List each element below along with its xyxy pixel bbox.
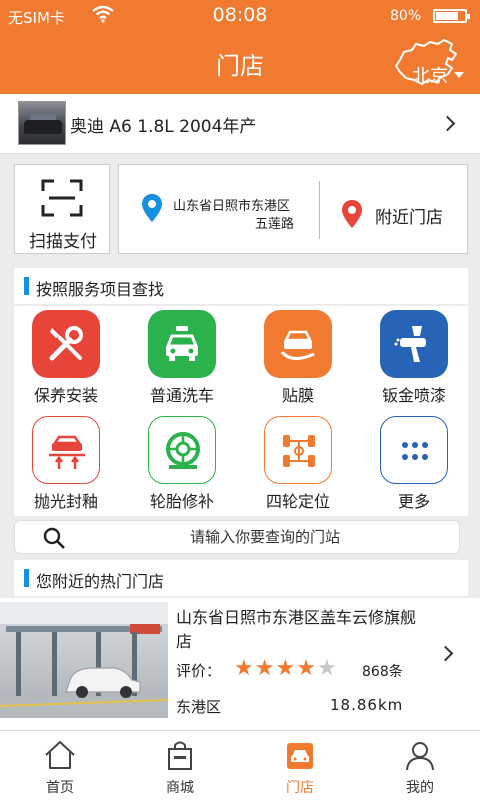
store-card[interactable]: 山东省日照市东港区盖车云修旗舰店 评价： ★★★★★ 868条 东港区 18.8… — [0, 598, 480, 730]
section-accent-bar — [24, 277, 29, 295]
tab-mall[interactable]: 商城 — [120, 731, 240, 800]
review-count: 868条 — [362, 664, 403, 680]
tab-label: 商城 — [166, 780, 194, 796]
service-label: 钣金喷漆 — [381, 386, 446, 405]
service-label: 四轮定位 — [265, 492, 330, 511]
wheel-alignment-icon — [283, 435, 315, 467]
car-film-icon — [280, 330, 315, 360]
tab-store[interactable]: 门店 — [240, 731, 360, 800]
service-tire[interactable]: 轮胎修补 — [130, 412, 240, 516]
star-filled-icon: ★ — [275, 656, 297, 681]
tab-label: 门店 — [286, 780, 314, 796]
car-thumbnail — [18, 101, 66, 145]
store-district: 东港区 — [176, 698, 222, 716]
nearby-stores-label: 附近门店 — [375, 208, 443, 228]
scan-pay-label: 扫描支付 — [29, 232, 97, 252]
scan-icon — [41, 179, 83, 217]
search-icon — [43, 527, 65, 549]
rating-stars: ★★★★★ — [234, 656, 338, 681]
user-icon — [406, 742, 434, 771]
service-film[interactable]: 贴膜 — [246, 306, 356, 410]
section-title: 按照服务项目查找 — [36, 280, 165, 299]
service-label: 普通洗车 — [149, 386, 214, 405]
store-distance: 18.86km — [330, 696, 404, 714]
caret-down-icon[interactable] — [454, 72, 464, 78]
nav-bar: 门店 北京 — [0, 32, 480, 94]
car-lift-icon — [49, 435, 85, 469]
services-grid: 保养安装 普通洗车 贴膜 钣金喷漆 抛光封釉 轮胎修补 四轮定位 更多 — [14, 306, 468, 516]
services-section-header: 按照服务项目查找 — [14, 268, 468, 304]
wrench-screwdriver-icon — [49, 326, 83, 361]
bottom-tab-bar: 首页 商城 门店 我的 — [0, 730, 480, 800]
star-filled-icon: ★ — [296, 656, 317, 681]
store-photo — [0, 602, 168, 718]
address-line-1: 山东省日照市东港区 — [173, 199, 291, 214]
service-tile — [32, 416, 100, 484]
search-bar[interactable] — [14, 520, 460, 554]
home-icon — [45, 741, 75, 769]
service-label: 抛光封釉 — [33, 492, 98, 511]
red-pin-icon — [342, 200, 362, 228]
battery-icon — [433, 9, 470, 23]
service-tile — [148, 416, 216, 484]
chevron-right-icon — [437, 645, 454, 662]
search-input[interactable] — [95, 525, 435, 549]
tab-home[interactable]: 首页 — [0, 731, 120, 800]
location-box: 山东省日照市东港区 五莲路 附近门店 — [118, 164, 468, 254]
service-tile — [380, 416, 448, 484]
star-empty-icon: ★ — [316, 656, 338, 681]
shopping-bag-icon — [168, 741, 192, 770]
address-line-2: 五莲路 — [254, 217, 294, 232]
tab-profile[interactable]: 我的 — [360, 731, 480, 800]
tab-label: 我的 — [406, 780, 434, 796]
service-tile — [148, 310, 216, 378]
service-tile — [264, 310, 332, 378]
spray-gun-icon — [394, 326, 426, 362]
store-name: 山东省日照市东港区盖车云修旗舰店 — [176, 608, 417, 651]
scan-pay-button[interactable]: 扫描支付 — [14, 164, 110, 254]
tab-label: 首页 — [46, 780, 74, 796]
chevron-right-icon — [439, 115, 456, 132]
car-name: 奥迪 A6 1.8L 2004年产 — [70, 117, 257, 137]
city-selector[interactable]: 北京 — [412, 62, 448, 88]
more-dots-icon — [402, 442, 428, 460]
section-accent-bar — [24, 569, 29, 587]
service-car-wash[interactable]: 普通洗车 — [130, 306, 240, 410]
star-filled-icon: ★ — [234, 656, 255, 681]
service-alignment[interactable]: 四轮定位 — [246, 412, 356, 516]
service-tile — [264, 416, 332, 484]
rating-label: 评价： — [176, 662, 222, 680]
divider — [319, 181, 320, 239]
service-polish[interactable]: 抛光封釉 — [14, 412, 124, 516]
service-label: 更多 — [397, 492, 430, 511]
tire-icon — [166, 432, 200, 469]
service-paint[interactable]: 钣金喷漆 — [362, 306, 472, 410]
hot-stores-section-header: 您附近的热门门店 — [14, 560, 468, 596]
service-maintenance[interactable]: 保养安装 — [14, 306, 124, 410]
service-label: 轮胎修补 — [149, 492, 214, 511]
car-wash-icon — [165, 326, 199, 361]
section-title: 您附近的热门门店 — [36, 572, 165, 591]
service-label: 保养安装 — [33, 386, 98, 405]
store-icon — [287, 743, 313, 769]
status-bar: 无SIM卡 08:08 80% — [0, 0, 480, 32]
battery-percent: 80% — [390, 8, 422, 24]
star-filled-icon: ★ — [254, 656, 276, 681]
service-tile — [380, 310, 448, 378]
service-label: 贴膜 — [281, 386, 314, 405]
selected-car-row[interactable]: 奥迪 A6 1.8L 2004年产 — [0, 94, 480, 154]
service-more[interactable]: 更多 — [362, 412, 472, 516]
service-tile — [32, 310, 100, 378]
